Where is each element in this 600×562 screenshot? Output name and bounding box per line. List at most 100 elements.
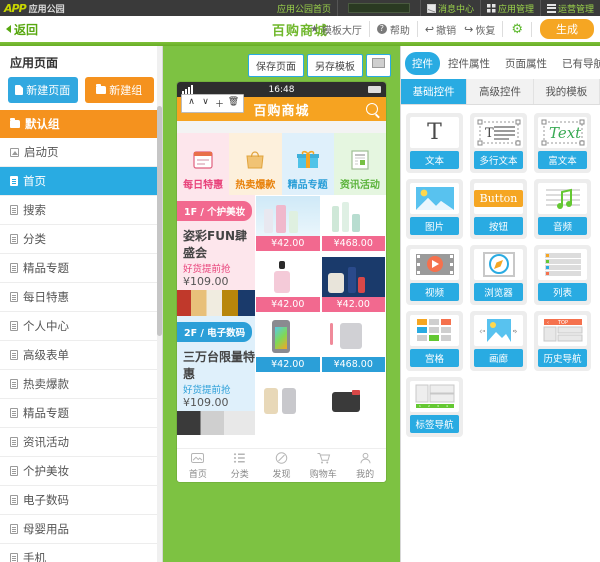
category-tile-news[interactable]: 资讯活动 bbox=[333, 133, 386, 195]
topbar-item-ops-management-label: 运营管理 bbox=[557, 4, 594, 15]
product-card[interactable]: ¥42.00 bbox=[255, 316, 321, 383]
tab-existing-nav[interactable]: 已有导航 bbox=[555, 52, 600, 75]
widget-grid[interactable]: 宫格 bbox=[406, 311, 463, 371]
phone-tab-category[interactable]: 分类 bbox=[219, 449, 261, 482]
widget-video[interactable]: 视频 bbox=[406, 245, 463, 305]
widget-text[interactable]: T 文本 bbox=[406, 113, 463, 173]
product-card[interactable] bbox=[255, 383, 321, 435]
page-icon bbox=[10, 495, 18, 505]
brand-logo[interactable]: APP 应用公园 bbox=[0, 2, 65, 15]
product-price: ¥42.00 bbox=[256, 357, 320, 372]
new-group-button[interactable]: 新建组 bbox=[84, 77, 154, 103]
widget-list[interactable]: 列表 bbox=[534, 245, 591, 305]
topbar-item-home[interactable]: 应用公园首页 bbox=[271, 0, 337, 16]
category-grid-widget[interactable]: ∧ ∨ ＋ 🗑 每日特惠 热卖爆款 精品专题 资讯活动 bbox=[177, 94, 386, 195]
product-card[interactable]: ¥42.00 bbox=[320, 255, 386, 316]
phone-tab-profile[interactable]: 我的 bbox=[344, 449, 386, 482]
search-input[interactable] bbox=[347, 3, 410, 13]
floor-1-info: 1F / 个护美妆 姿彩FUN肆盛会 好货提前抢 ¥109.00 bbox=[177, 195, 255, 316]
widget-rich-text[interactable]: Text 富文本 bbox=[534, 113, 591, 173]
widget-browser[interactable]: 浏览器 bbox=[470, 245, 527, 305]
widgets-panel: 控件 控件属性 页面属性 已有导航 基础控件 高级控件 我的模板 T 文本 T bbox=[400, 46, 600, 562]
move-up-icon[interactable]: ∧ bbox=[185, 97, 198, 110]
topbar-item-app-management[interactable]: 应用管理 bbox=[479, 0, 540, 16]
sidebar-item-daily-deal[interactable]: 每日特惠 bbox=[0, 283, 162, 312]
page-icon bbox=[10, 437, 18, 447]
page-icon bbox=[10, 176, 18, 186]
widget-multiline-text[interactable]: T 多行文本 bbox=[470, 113, 527, 173]
phone-tab-label: 我的 bbox=[356, 470, 375, 480]
widget-button[interactable]: Button 按钮 bbox=[470, 179, 527, 239]
product-card[interactable]: ¥468.00 bbox=[320, 316, 386, 383]
floor-widget-1[interactable]: 1F / 个护美妆 姿彩FUN肆盛会 好货提前抢 ¥109.00 ¥42.00 bbox=[177, 195, 386, 316]
topbar-search[interactable] bbox=[336, 0, 420, 16]
sidebar-scrollbar[interactable] bbox=[157, 46, 162, 562]
search-icon[interactable] bbox=[366, 103, 378, 115]
sidebar-item-featured-1[interactable]: 精品专题 bbox=[0, 254, 162, 283]
add-icon[interactable]: ＋ bbox=[213, 97, 226, 110]
tab-widget-properties[interactable]: 控件属性 bbox=[441, 52, 497, 75]
topbar-nav: 应用公园首页 消息中心 应用管理 运营管理 bbox=[271, 0, 600, 16]
topbar-item-ops-management[interactable]: 运营管理 bbox=[539, 0, 600, 16]
delete-icon[interactable]: 🗑 bbox=[227, 97, 240, 110]
widget-gallery[interactable]: ‹ › 画廊 bbox=[470, 311, 527, 371]
phone-tab-home[interactable]: 首页 bbox=[177, 449, 219, 482]
phone-tab-cart[interactable]: 购物车 bbox=[302, 449, 344, 482]
sidebar-item-featured-2[interactable]: 精品专题 bbox=[0, 399, 162, 428]
gear-icon[interactable]: ⚙ bbox=[503, 21, 532, 37]
redo-button[interactable]: ↪ 恢复 bbox=[464, 22, 495, 37]
generate-button[interactable]: 生成 bbox=[540, 19, 594, 39]
widget-image[interactable]: 图片 bbox=[406, 179, 463, 239]
category-tile-daily[interactable]: 每日特惠 bbox=[177, 133, 230, 195]
floor-widget-2[interactable]: 2F / 电子数码 三万台限量特惠 好货提前抢 ¥109.00 ¥42.00 ¥… bbox=[177, 316, 386, 435]
widget-tab-nav[interactable]: 1 2 3 4 标签导航 bbox=[406, 377, 463, 437]
widget-history-nav[interactable]: ‹ TOP 历史导航 bbox=[534, 311, 591, 371]
product-card[interactable]: ¥468.00 bbox=[320, 195, 386, 256]
sidebar-item-news[interactable]: 资讯活动 bbox=[0, 428, 162, 457]
new-page-button[interactable]: 新建页面 bbox=[8, 77, 78, 103]
svg-text:1: 1 bbox=[419, 404, 421, 408]
topbar-item-messages[interactable]: 消息中心 bbox=[419, 0, 480, 16]
sidebar-scrollbar-thumb[interactable] bbox=[157, 106, 162, 336]
sidebar-item-digital[interactable]: 电子数码 bbox=[0, 486, 162, 515]
save-page-button[interactable]: 保存页面 bbox=[248, 54, 304, 77]
canvas-toolbar: 保存页面 另存模板 bbox=[248, 54, 391, 77]
floor-2-heading: 三万台限量特惠 bbox=[183, 350, 256, 381]
move-down-icon[interactable]: ∨ bbox=[199, 97, 212, 110]
sidebar-item-splash[interactable]: 启动页 bbox=[0, 138, 162, 167]
tab-page-properties[interactable]: 页面属性 bbox=[498, 52, 554, 75]
phone-tab-discover[interactable]: 发现 bbox=[261, 449, 303, 482]
sidebar-item-beauty[interactable]: 个护美妆 bbox=[0, 457, 162, 486]
category-tile-hot[interactable]: 热卖爆款 bbox=[229, 133, 282, 195]
undo-button[interactable]: ↩ 撤销 bbox=[425, 22, 456, 37]
sidebar-item-phone[interactable]: 手机 bbox=[0, 544, 162, 562]
toolbar-actions: ★ 模板大厅 ? 帮助 ↩ 撤销 ↪ 恢复 ⚙ 生成 bbox=[303, 19, 594, 39]
widget-audio[interactable]: 音频 bbox=[534, 179, 591, 239]
sidebar-item-hot-sale[interactable]: 热卖爆款 bbox=[0, 370, 162, 399]
product-card[interactable]: ¥42.00 bbox=[255, 255, 321, 316]
sidebar-item-category[interactable]: 分类 bbox=[0, 225, 162, 254]
subtab-my-templates[interactable]: 我的模板 bbox=[533, 79, 600, 104]
subtab-advanced-widgets[interactable]: 高级控件 bbox=[467, 79, 534, 104]
sidebar-item-advanced-form[interactable]: 高级表单 bbox=[0, 341, 162, 370]
phone-tabbar-widget[interactable]: 首页 分类 发现 购物车 我的 bbox=[177, 448, 386, 482]
product-card[interactable] bbox=[320, 383, 386, 435]
sidebar-item-search[interactable]: 搜索 bbox=[0, 196, 162, 225]
sidebar-group-default[interactable]: 默认组 bbox=[0, 110, 162, 138]
undo-icon: ↩ bbox=[424, 22, 435, 36]
phone-banner-placeholder[interactable] bbox=[177, 121, 386, 133]
help-button[interactable]: ? 帮助 bbox=[370, 21, 418, 37]
preview-button[interactable] bbox=[366, 54, 391, 77]
subtab-basic-widgets[interactable]: 基础控件 bbox=[401, 79, 468, 104]
tab-widgets[interactable]: 控件 bbox=[405, 52, 440, 75]
sidebar-item-profile[interactable]: 个人中心 bbox=[0, 312, 162, 341]
sidebar-item-home[interactable]: 首页 bbox=[0, 167, 162, 196]
product-card[interactable]: ¥42.00 bbox=[255, 195, 321, 256]
back-button[interactable]: 返回 bbox=[0, 21, 38, 38]
category-tile-featured[interactable]: 精品专题 bbox=[281, 133, 334, 195]
product-image bbox=[321, 317, 385, 357]
save-template-button[interactable]: 另存模板 bbox=[307, 54, 363, 77]
cart-icon bbox=[317, 453, 330, 464]
template-hall-button[interactable]: ★ 模板大厅 bbox=[303, 21, 370, 37]
sidebar-item-baby[interactable]: 母婴用品 bbox=[0, 515, 162, 544]
